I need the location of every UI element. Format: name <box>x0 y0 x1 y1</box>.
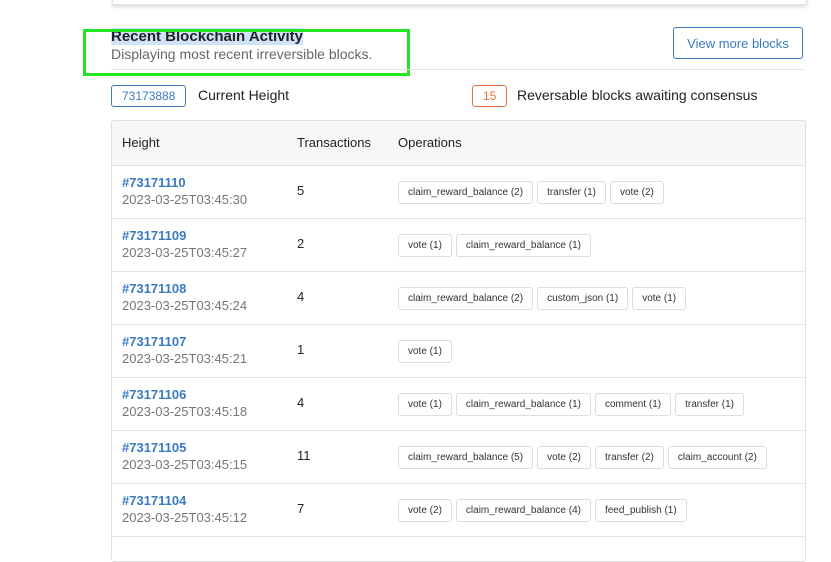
block-timestamp: 2023-03-25T03:45:21 <box>122 351 248 366</box>
block-height-link[interactable]: #73171108 <box>122 281 247 296</box>
operation-tag: custom_json (1) <box>537 287 629 310</box>
table-row: #73171109 2023-03-25T03:45:27 2 vote (1) c… <box>112 219 805 272</box>
operations-list: vote (1) <box>398 340 452 363</box>
table-row: #73171105 2023-03-25T03:45:15 11 claim_re… <box>112 431 805 484</box>
reversible-blocks-label: Reversable blocks awaiting consensus <box>517 87 758 103</box>
block-timestamp: 2023-03-25T03:45:15 <box>122 457 248 472</box>
operations-list: claim_reward_balance (5) vote (2) transfer… <box>398 446 767 469</box>
operation-tag: claim_reward_balance (2) <box>398 181 534 204</box>
operation-tag: transfer (1) <box>675 393 744 416</box>
header-transactions: Transactions <box>297 135 371 150</box>
table-row: #73171107 2023-03-25T03:45:21 1 vote (1) <box>112 325 805 378</box>
transaction-count: 5 <box>297 183 305 198</box>
transaction-count: 1 <box>297 342 305 357</box>
block-height-link[interactable]: #73171104 <box>122 493 247 508</box>
block-height-link[interactable]: #73171105 <box>122 440 247 455</box>
block-height-link[interactable]: #73171107 <box>122 334 247 349</box>
operation-tag: vote (1) <box>398 393 452 416</box>
operations-list: vote (1) claim_reward_balance (1) comment … <box>398 393 744 416</box>
table-row: #73171108 2023-03-25T03:45:24 4 claim_rew… <box>112 272 805 325</box>
transaction-count: 7 <box>297 501 305 516</box>
table-header: Height Transactions Operations <box>112 121 805 166</box>
block-height-link[interactable]: #73171109 <box>122 228 247 243</box>
operation-tag: claim_reward_balance (4) <box>455 499 591 522</box>
blocks-table: Height Transactions Operations #73171110… <box>111 120 806 562</box>
operation-tag: feed_publish (1) <box>594 499 687 522</box>
block-timestamp: 2023-03-25T03:45:24 <box>122 298 248 313</box>
table-row: #73171106 2023-03-25T03:45:18 4 vote (1) c… <box>112 378 805 431</box>
operation-tag: transfer (2) <box>594 446 664 469</box>
operation-tag: claim_reward_balance (5) <box>398 446 534 469</box>
operation-tag: transfer (1) <box>537 181 606 204</box>
table-row: #73171104 2023-03-25T03:45:12 7 vote (2) c… <box>112 484 805 537</box>
operations-list: vote (2) claim_reward_balance (4) feed_pub… <box>398 499 687 522</box>
block-timestamp: 2023-03-25T03:45:18 <box>122 404 248 419</box>
divider <box>111 69 805 70</box>
block-timestamp: 2023-03-25T03:45:30 <box>122 192 248 207</box>
reversible-blocks-badge: 15 <box>472 85 508 107</box>
block-height-link[interactable]: #73171106 <box>122 387 247 402</box>
operation-tag: claim_reward_balance (1) <box>455 393 591 416</box>
top-card <box>112 0 807 5</box>
table-row: #73171110 2023-03-25T03:45:30 5 claim_rew… <box>112 166 805 219</box>
operation-tag: vote (2) <box>537 446 591 469</box>
view-more-blocks-button[interactable]: View more blocks <box>673 27 803 59</box>
transaction-count: 11 <box>297 448 311 463</box>
operation-tag: claim_reward_balance (1) <box>455 234 591 257</box>
transaction-count: 4 <box>297 289 305 304</box>
operations-list: claim_reward_balance (2) custom_json (1) v… <box>398 287 687 310</box>
operation-tag: vote (1) <box>398 234 452 257</box>
header-height: Height <box>122 135 160 150</box>
operation-tag: vote (2) <box>609 181 664 204</box>
block-timestamp: 2023-03-25T03:45:27 <box>122 245 248 260</box>
header-operations: Operations <box>398 135 462 150</box>
operation-tag: comment (1) <box>594 393 672 416</box>
operation-tag: claim_reward_balance (2) <box>398 287 534 310</box>
transaction-count: 4 <box>297 395 305 410</box>
operation-tag: claim_account (2) <box>667 446 767 469</box>
block-height-link[interactable]: #73171110 <box>122 175 247 190</box>
block-timestamp: 2023-03-25T03:45:12 <box>122 510 248 525</box>
operation-tag: vote (1) <box>398 340 452 363</box>
current-height-label: Current Height <box>198 87 290 103</box>
operations-list: claim_reward_balance (2) transfer (1) vote… <box>398 181 664 204</box>
operations-list: vote (1) claim_reward_balance (1) <box>398 234 591 257</box>
current-height-badge: 73173888 <box>111 85 187 107</box>
transaction-count: 2 <box>297 236 305 251</box>
operation-tag: vote (1) <box>632 287 687 310</box>
operation-tag: vote (2) <box>398 499 452 522</box>
